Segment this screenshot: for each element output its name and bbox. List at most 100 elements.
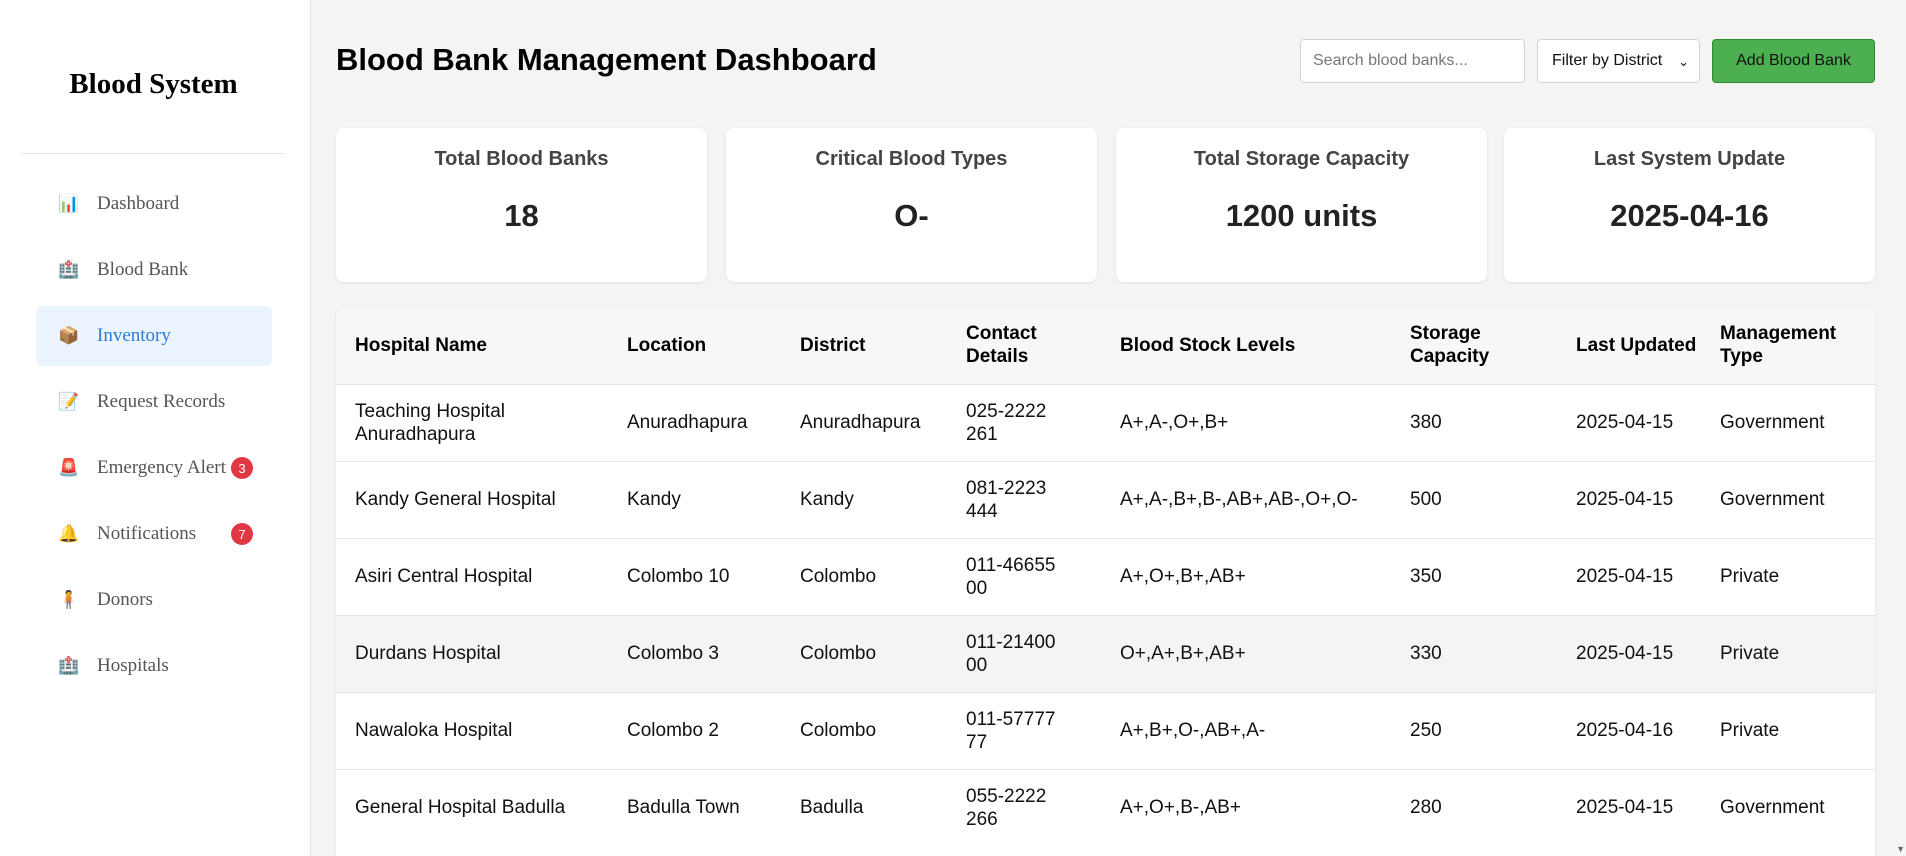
table-cell: 2025-04-15	[1576, 412, 1674, 433]
table-cell: Colombo	[800, 720, 877, 741]
district-filter-select[interactable]: Filter by District ⌄	[1537, 39, 1700, 83]
sidebar-item-label: Notifications	[97, 523, 197, 544]
sidebar-item-request-records[interactable]: 📝 Request Records	[36, 372, 272, 432]
table-cell: Government	[1720, 489, 1825, 510]
table-cell: 500	[1410, 489, 1442, 510]
sidebar-item-dashboard[interactable]: 📊 Dashboard	[36, 174, 272, 234]
table-cell: Badulla	[800, 797, 864, 819]
stat-label: Last System Update	[1593, 148, 1786, 170]
table-cell: Colombo	[800, 643, 877, 664]
table-cell: O+,A+,B+,AB+	[1120, 643, 1246, 664]
column-header: Hospital Name	[355, 334, 487, 356]
table-row[interactable]: Nawaloka Hospital Colombo 2 Colombo 011-577…	[336, 692, 1875, 769]
package-icon: 📦	[58, 326, 80, 345]
column-header: Management Type	[1720, 323, 1837, 368]
contact-number: 081-2223444	[966, 477, 1047, 522]
blood-banks-table: Hospital Name Location District Contact Det…	[336, 307, 1875, 856]
table-cell: Durdans Hospital	[355, 643, 501, 664]
table-cell: 2025-04-16	[1576, 720, 1674, 741]
table-cell: A+,A-,B+,B-,AB+,AB-,O+,O-	[1120, 489, 1358, 510]
table-cell: 011-4665500	[947, 538, 1101, 615]
contact-number: 011-4665500	[966, 554, 1056, 599]
table-cell: Kandy	[800, 489, 854, 510]
stat-value: 2025-04-16	[1610, 198, 1769, 233]
table-cell: 280	[1410, 797, 1442, 819]
table-row[interactable]: Durdans Hospital Colombo 3 Colombo 011-2140…	[336, 615, 1875, 692]
filter-label: Filter by District	[1552, 52, 1663, 69]
stat-card: Last System Update 2025-04-16	[1504, 128, 1875, 282]
table-cell: Badulla Town	[627, 797, 740, 819]
contact-number: 011-5777777	[966, 708, 1056, 753]
sidebar-nav: 📊 Dashboard 🏥 Blood Bank 📦 Inventory 📝 Request …	[36, 174, 272, 702]
table-header-row: Hospital Name Location District Contact Det…	[336, 307, 1875, 384]
table-cell: 011-5777777	[947, 692, 1101, 769]
scroll-down-icon[interactable]: ▼	[1896, 844, 1905, 854]
table-cell: Kandy General Hospital	[355, 489, 556, 510]
table-cell: Government	[1720, 412, 1825, 433]
scrollbar[interactable]: ▼	[1896, 0, 1906, 856]
table-body: Teaching Hospital Anuradhapura Anuradhapu…	[336, 384, 1875, 846]
column-header: Storage Capacity	[1410, 323, 1490, 368]
stat-value: O-	[894, 198, 929, 233]
table-row[interactable]: General Hospital Badulla Badulla Town Badu…	[336, 769, 1875, 846]
stat-card: Total Storage Capacity 1200 units	[1116, 128, 1487, 282]
table-cell: 350	[1410, 566, 1442, 587]
table-cell: Government	[1720, 797, 1825, 819]
sidebar-item-label: Emergency Alert	[97, 457, 226, 478]
table-row[interactable]: Asiri Central Hospital Colombo 10 Colombo 0…	[336, 538, 1875, 615]
table-cell: Teaching Hospital Anuradhapura	[355, 400, 505, 445]
table-cell: Asiri Central Hospital	[355, 566, 533, 587]
table-cell: 025-2222261	[947, 384, 1101, 461]
contact-number: 011-2140000	[966, 631, 1056, 676]
table-cell: Colombo 3	[627, 643, 719, 664]
count-badge: 7	[231, 523, 253, 545]
table-row[interactable]: Kandy General Hospital Kandy Kandy 081-2223…	[336, 461, 1875, 538]
table-cell: A+,A-,O+,B+	[1120, 412, 1229, 433]
siren-icon: 🚨	[58, 458, 80, 477]
sidebar-item-label: Dashboard	[97, 193, 180, 214]
hospital-icon: 🏥	[58, 260, 80, 279]
table-cell: 380	[1410, 412, 1442, 433]
table-cell: A+,O+,B-,AB+	[1120, 797, 1241, 819]
table-cell: 055-2222266	[947, 769, 1101, 846]
sidebar-item-notifications[interactable]: 🔔 Notifications 7	[36, 504, 272, 564]
page-title: Blood Bank Management Dashboard	[336, 42, 877, 77]
stat-label: Total Storage Capacity	[1193, 148, 1410, 170]
table-cell: Kandy	[627, 489, 681, 510]
table-cell: Private	[1720, 643, 1780, 664]
search-input[interactable]	[1300, 39, 1525, 83]
add-blood-bank-button[interactable]: Add Blood Bank	[1712, 39, 1875, 83]
contact-number: 055-2222266	[966, 785, 1047, 830]
table-row[interactable]: Teaching Hospital Anuradhapura Anuradhapu…	[336, 384, 1875, 461]
sidebar-item-emergency-alert[interactable]: 🚨 Emergency Alert 3	[36, 438, 272, 498]
stat-value: 18	[504, 198, 539, 233]
chevron-down-icon: ⌄	[1678, 54, 1689, 69]
table-cell: 330	[1410, 643, 1442, 664]
table-cell: 2025-04-15	[1576, 489, 1674, 510]
column-header: Location	[627, 334, 707, 356]
hospital-icon: 🏥	[58, 656, 80, 675]
sidebar-item-hospitals[interactable]: 🏥 Hospitals	[36, 636, 272, 696]
table-cell: A+,B+,O-,AB+,A-	[1120, 720, 1266, 741]
person-icon: 🧍	[58, 590, 80, 609]
table-cell: Private	[1720, 566, 1780, 587]
bell-icon: 🔔	[58, 524, 80, 543]
column-header: Blood Stock Levels	[1120, 334, 1296, 356]
sidebar: Blood System 📊 Dashboard 🏥 Blood Bank 📦 Inven…	[0, 0, 311, 856]
table-cell: Anuradhapura	[627, 412, 748, 433]
table-cell: Colombo 2	[627, 720, 719, 741]
stats-cards: Total Blood Banks 18 Critical Blood Types O…	[336, 128, 1875, 282]
sidebar-item-label: Hospitals	[97, 655, 169, 676]
stat-label: Critical Blood Types	[815, 148, 1008, 170]
sidebar-item-label: Blood Bank	[97, 259, 189, 280]
memo-icon: 📝	[58, 392, 80, 411]
stat-card: Critical Blood Types O-	[726, 128, 1097, 282]
sidebar-item-blood-bank[interactable]: 🏥 Blood Bank	[36, 240, 272, 300]
divider	[22, 153, 285, 154]
sidebar-item-inventory[interactable]: 📦 Inventory	[36, 306, 272, 366]
table-cell: 2025-04-15	[1576, 643, 1674, 664]
sidebar-item-donors[interactable]: 🧍 Donors	[36, 570, 272, 630]
table-cell: 011-2140000	[947, 615, 1101, 692]
sidebar-item-label: Donors	[97, 589, 153, 610]
table-cell: Colombo 10	[627, 566, 730, 587]
